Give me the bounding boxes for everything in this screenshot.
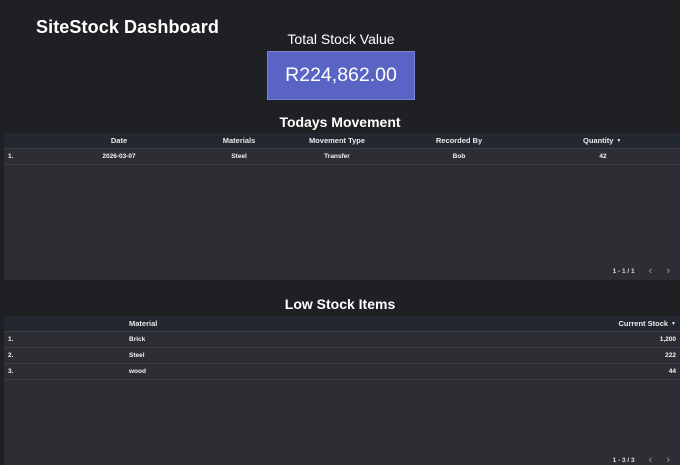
table-row[interactable]: 1. Brick 1,200 (4, 332, 680, 348)
kpi-label: Total Stock Value (287, 31, 395, 47)
kpi-total-stock-value: R224,862.00 (267, 51, 415, 100)
table-row[interactable]: 2. Steel 222 (4, 348, 680, 364)
cell-material: Steel (129, 352, 145, 359)
app-title: SiteStock Dashboard (36, 17, 219, 37)
column-header-quantity[interactable]: Quantity ▼ (583, 136, 621, 145)
movement-table: Date Materials Movement Type Recorded By… (4, 133, 680, 280)
row-index: 3. (8, 368, 14, 375)
cell-current-stock: 44 (668, 368, 676, 375)
movement-title: Todays Movement (279, 114, 401, 130)
row-index: 1. (8, 336, 14, 343)
table-row[interactable]: 1. 2026-03-07 Steel Transfer Bob 42 (4, 149, 680, 165)
column-header-current-stock-label: Current Stock (618, 319, 669, 328)
cell-current-stock: 222 (665, 352, 676, 359)
cell-movement-type: Transfer (324, 153, 350, 160)
column-header-date[interactable]: Date (111, 136, 127, 145)
chevron-left-icon[interactable]: ‹ (649, 266, 653, 277)
pagination-text: 1 - 3 / 3 (612, 457, 635, 464)
sort-desc-icon[interactable]: ▼ (616, 138, 621, 144)
cell-current-stock: 1,200 (659, 336, 676, 343)
column-header-current-stock[interactable]: Current Stock ▼ (618, 319, 676, 328)
sort-desc-icon[interactable]: ▼ (671, 321, 676, 327)
cell-recorded-by: Bob (452, 153, 466, 160)
cell-material: Steel (231, 153, 247, 160)
cell-quantity: 42 (599, 153, 607, 160)
column-header-recorded-by[interactable]: Recorded By (436, 136, 482, 145)
column-header-quantity-label: Quantity (583, 136, 614, 145)
chevron-right-icon[interactable]: › (666, 266, 670, 277)
lowstock-title: Low Stock Items (284, 296, 396, 312)
chevron-right-icon[interactable]: › (666, 455, 670, 465)
row-index: 2. (8, 352, 14, 359)
cell-material: Brick (129, 336, 146, 343)
lowstock-table-header: Material Current Stock ▼ (4, 316, 680, 332)
column-header-materials[interactable]: Materials (223, 136, 256, 145)
column-header-movement-type[interactable]: Movement Type (309, 136, 365, 145)
cell-material: wood (129, 368, 146, 375)
row-index: 1. (8, 153, 14, 160)
column-header-material[interactable]: Material (129, 319, 157, 328)
pagination-text: 1 - 1 / 1 (612, 268, 635, 275)
movement-table-header: Date Materials Movement Type Recorded By… (4, 133, 680, 149)
table-row[interactable]: 3. wood 44 (4, 364, 680, 380)
lowstock-pagination: 1 - 3 / 3 ‹ › (613, 455, 670, 465)
cell-date: 2026-03-07 (102, 153, 136, 160)
chevron-left-icon[interactable]: ‹ (649, 455, 653, 465)
movement-pagination: 1 - 1 / 1 ‹ › (613, 266, 670, 277)
lowstock-table: Material Current Stock ▼ 1. Brick 1,200 2… (4, 316, 680, 465)
